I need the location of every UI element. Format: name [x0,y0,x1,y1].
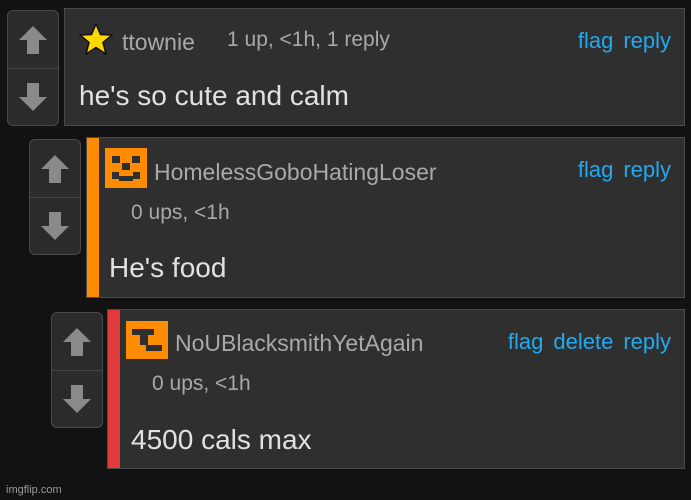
username[interactable]: ttownie [122,29,195,56]
delete-link[interactable]: delete [553,329,613,355]
comment-text: he's so cute and calm [79,80,349,111]
vote-widget-1 [7,10,59,126]
username[interactable]: HomelessGoboHatingLoser [154,159,437,186]
comment-2: HomelessGoboHatingLoser 0 ups, <1h flag … [86,137,685,298]
flag-link[interactable]: flag [578,157,613,183]
upvote-button[interactable] [30,140,80,198]
reply-link[interactable]: reply [623,157,671,183]
thread-bar [108,310,120,468]
comment-meta: 1 up, <1h, 1 reply [227,28,390,51]
arrow-down-icon [19,82,47,111]
downvote-button[interactable] [52,370,102,427]
downvote-button[interactable] [8,68,58,125]
comment-text: He's food [109,252,227,283]
star-icon [79,23,113,55]
downvote-button[interactable] [30,197,80,254]
pixel-face-avatar[interactable] [105,148,147,188]
comment-text: 4500 cals max [131,424,312,455]
comment-1: ttownie 1 up, <1h, 1 reply flag reply he… [64,8,685,126]
comment-3: NoUBlacksmithYetAgain 0 ups, <1h flag de… [107,309,685,469]
flag-link[interactable]: flag [508,329,543,355]
username[interactable]: NoUBlacksmithYetAgain [175,330,423,357]
pixel-logo-avatar[interactable] [126,321,168,359]
arrow-down-icon [63,384,91,413]
arrow-down-icon [41,211,69,240]
thread-bar [87,138,99,297]
upvote-button[interactable] [8,11,58,69]
vote-widget-3 [51,312,103,428]
watermark: imgflip.com [6,484,62,496]
vote-widget-2 [29,139,81,255]
flag-link[interactable]: flag [578,28,613,54]
comment-actions: flag delete reply [508,329,671,355]
comment-actions: flag reply [578,28,671,54]
comment-meta: 0 ups, <1h [152,372,251,395]
reply-link[interactable]: reply [623,329,671,355]
upvote-button[interactable] [52,313,102,371]
arrow-up-icon [41,154,69,183]
comment-meta: 0 ups, <1h [131,201,230,224]
arrow-up-icon [63,327,91,356]
comment-actions: flag reply [578,157,671,183]
reply-link[interactable]: reply [623,28,671,54]
arrow-up-icon [19,25,47,54]
